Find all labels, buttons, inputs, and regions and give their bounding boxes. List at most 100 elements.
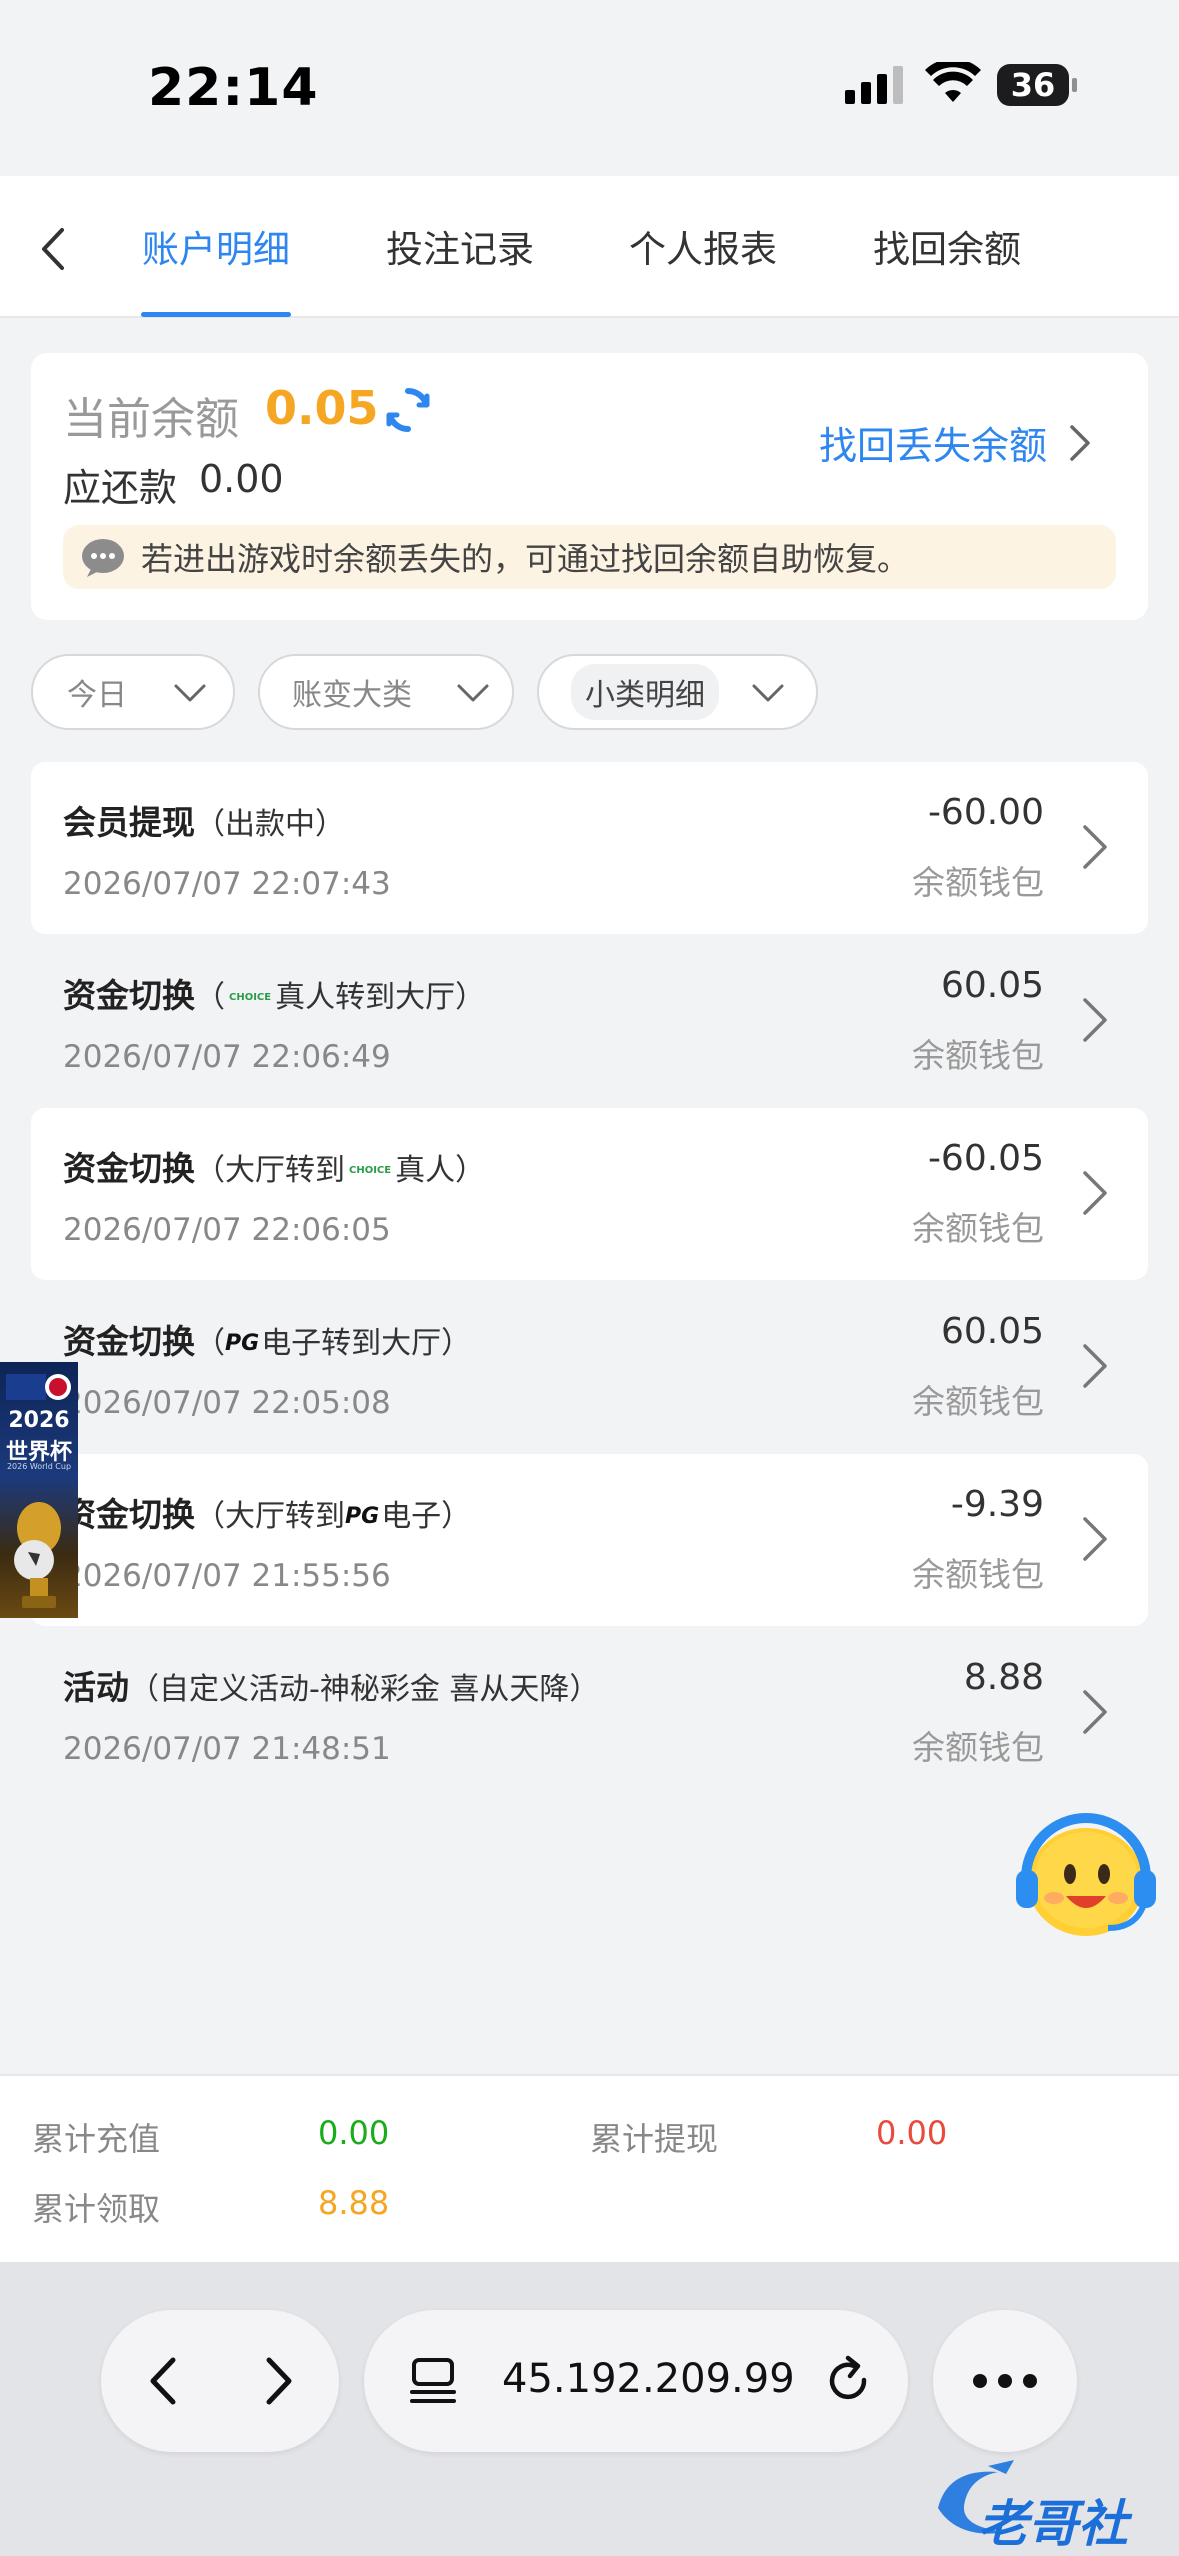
chevron-right-icon (1083, 1171, 1107, 1215)
status-time: 22:14 (148, 58, 319, 118)
transaction-row[interactable]: 资金切换（大厅转到 CHOICE 真人） 2026/07/07 22:06:05 -60… (31, 1108, 1148, 1280)
transaction-row[interactable]: 资金切换（ CHOICE 真人转到大厅） 2026/07/07 22:06:49 60.… (31, 935, 1148, 1107)
transaction-amount: 8.88 (963, 1657, 1044, 1698)
browser-forward-icon[interactable] (261, 2354, 297, 2408)
tab-account-details[interactable]: 账户明细 (141, 220, 291, 280)
world-cup-subtitle: 2026 World Cup (6, 1462, 72, 1471)
transaction-wallet: 余额钱包 (912, 1728, 1044, 1767)
browser-back-icon[interactable] (145, 2354, 181, 2408)
chevron-down-icon (174, 684, 206, 702)
watermark-text: 老哥社区 (978, 2495, 1128, 2553)
transaction-wallet: 余额钱包 (912, 1209, 1044, 1248)
total-recharge-label: 累计充值 (32, 2120, 161, 2158)
tab-bet-records[interactable]: 投注记录 (385, 220, 535, 280)
chevron-right-icon (1083, 825, 1107, 869)
active-tab-indicator (141, 312, 291, 317)
transaction-time: 2026/07/07 22:05:08 (63, 1385, 391, 1421)
status-bar: 22:14 36 (0, 0, 1179, 176)
transaction-title: 资金切换（大厅转到 CHOICE 真人） (63, 1142, 485, 1190)
transaction-type: 资金切换 (63, 1495, 195, 1534)
transaction-detail: 电子） (381, 1499, 472, 1534)
pg-logo-icon: PG (345, 1504, 380, 1529)
url-text: 45.192.209.99 (502, 2356, 795, 2402)
watermark-logo: 老哥社区 (918, 2448, 1168, 2553)
back-button[interactable] (22, 214, 82, 284)
transaction-amount: -60.05 (927, 1138, 1044, 1179)
transaction-wallet: 余额钱包 (912, 1036, 1044, 1075)
transaction-time: 2026/07/07 21:48:51 (63, 1731, 391, 1767)
pg-logo-icon: PG (225, 1331, 260, 1356)
transaction-detail: 电子转到大厅） (261, 1326, 472, 1361)
transaction-wallet: 余额钱包 (912, 1555, 1044, 1594)
transaction-amount: 60.05 (940, 1311, 1044, 1352)
world-cup-banner[interactable]: 2026 世界杯 2026 World Cup (0, 1362, 78, 1618)
battery-level: 36 (1010, 66, 1056, 104)
transaction-time: 2026/07/07 22:06:05 (63, 1212, 391, 1248)
transaction-detail: 真人转到大厅） (275, 980, 486, 1015)
recover-link-label: 找回丢失余额 (819, 424, 1048, 468)
filter-category-label: 账变大类 (292, 678, 412, 713)
transaction-title: 会员提现（出款中） (63, 796, 345, 844)
transaction-detail: （自定义活动-神秘彩金 喜从天降） (129, 1672, 600, 1707)
browser-nav-group (101, 2310, 339, 2452)
more-dots-icon (973, 2374, 1037, 2388)
filter-date[interactable]: 今日 (31, 654, 235, 730)
choice-logo-icon: CHOICE (229, 992, 272, 1003)
chevron-right-icon (1083, 998, 1107, 1042)
chevron-right-icon (1083, 1690, 1107, 1734)
filter-category[interactable]: 账变大类 (258, 654, 514, 730)
tab-personal-report[interactable]: 个人报表 (628, 220, 778, 280)
trophy-icon (14, 1502, 61, 1608)
chevron-left-icon (42, 228, 64, 270)
wifi-icon (925, 62, 981, 102)
chevron-right-icon (1083, 1344, 1107, 1388)
transaction-type: 活动 (63, 1668, 129, 1707)
address-bar[interactable]: 45.192.209.99 (364, 2310, 908, 2452)
transaction-row[interactable]: 资金切换（PG电子转到大厅） 2026/07/07 22:05:08 60.05 余额… (31, 1281, 1148, 1453)
fifa-logo-icon (6, 1374, 71, 1400)
cellular-signal-icon (845, 66, 903, 104)
transaction-type: 资金切换 (63, 1149, 195, 1188)
tab-recover-balance[interactable]: 找回余额 (872, 220, 1022, 280)
filter-subcategory[interactable]: 小类明细 (537, 654, 818, 730)
balance-value: 0.05 (265, 381, 379, 435)
transaction-title: 资金切换（PG电子转到大厅） (63, 1315, 471, 1363)
total-claim-label: 累计领取 (32, 2190, 161, 2228)
more-button[interactable] (933, 2310, 1077, 2452)
transaction-detail: （ (195, 1326, 225, 1361)
recover-lost-balance-link[interactable]: 找回丢失余额 (819, 415, 1091, 470)
summary-panel: 累计充值 0.00 累计提现 0.00 累计领取 8.88 (0, 2074, 1179, 2262)
transaction-amount: 60.05 (940, 965, 1044, 1006)
chevron-right-icon (1070, 424, 1090, 461)
transaction-detail: 真人） (395, 1153, 486, 1188)
chevron-down-icon (457, 684, 489, 702)
transaction-row[interactable]: 资金切换（大厅转到PG电子） 2026/07/07 21:55:56 -9.39 余额… (31, 1454, 1148, 1626)
transaction-detail: （ (195, 980, 225, 1015)
notice-text: 若进出游戏时余额丢失的，可通过找回余额自助恢复。 (141, 540, 910, 578)
transaction-wallet: 余额钱包 (912, 863, 1044, 902)
filter-date-label: 今日 (67, 678, 127, 713)
total-withdraw-label: 累计提现 (590, 2120, 719, 2158)
chat-bubble-icon (82, 539, 124, 577)
transaction-title: 资金切换（ CHOICE 真人转到大厅） (63, 969, 485, 1017)
transaction-row[interactable]: 会员提现（出款中） 2026/07/07 22:07:43 -60.00 余额钱包 (31, 762, 1148, 934)
notice-banner: 若进出游戏时余额丢失的，可通过找回余额自助恢复。 (63, 525, 1116, 589)
balance-label: 当前余额 (63, 394, 239, 445)
transaction-time: 2026/07/07 21:55:56 (63, 1558, 391, 1594)
chevron-down-icon (752, 684, 784, 702)
chevron-right-icon (1083, 1517, 1107, 1561)
transaction-detail: （大厅转到 (195, 1153, 345, 1188)
transaction-type: 资金切换 (63, 1322, 195, 1361)
transaction-title: 活动（自定义活动-神秘彩金 喜从天降） (63, 1661, 599, 1709)
customer-service-icon[interactable] (1004, 1804, 1164, 1944)
refresh-icon[interactable] (383, 385, 433, 435)
transaction-time: 2026/07/07 22:06:49 (63, 1039, 391, 1075)
transaction-row[interactable]: 活动（自定义活动-神秘彩金 喜从天降） 2026/07/07 21:48:51 8.… (31, 1627, 1148, 1799)
owe-value: 0.00 (199, 457, 284, 501)
transaction-wallet: 余额钱包 (912, 1382, 1044, 1421)
reload-icon[interactable] (824, 2354, 874, 2408)
transaction-title: 资金切换（大厅转到PG电子） (63, 1488, 471, 1536)
transaction-amount: -9.39 (950, 1484, 1044, 1525)
filter-subcategory-label: 小类明细 (571, 664, 719, 720)
tabs-icon[interactable] (408, 2358, 458, 2404)
